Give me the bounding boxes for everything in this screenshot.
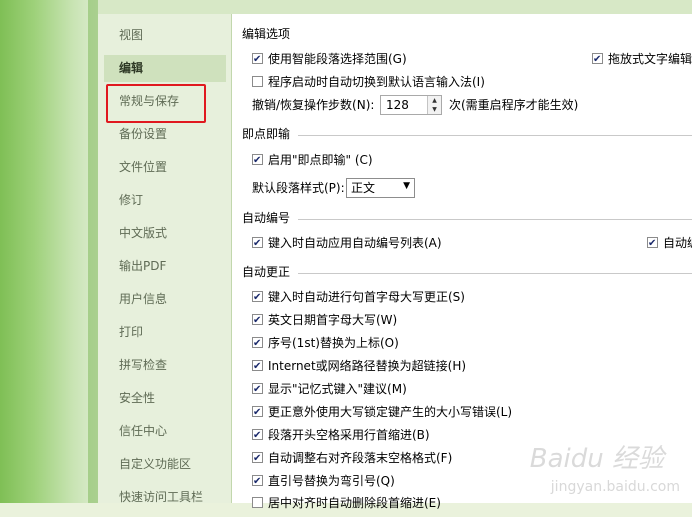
auto-number-truncated-label: 自动编	[663, 236, 692, 250]
auto-number-truncated-option[interactable]: 自动编	[647, 234, 692, 253]
section-title-auto-correct: 自动更正	[242, 265, 291, 279]
auto-correct-checkbox[interactable]	[252, 381, 263, 399]
auto-list-label: 键入时自动应用自动编号列表(A)	[268, 236, 442, 250]
auto-correct-item[interactable]: 英文日期首字母大写(W)	[252, 311, 398, 330]
drag-drop-label: 拖放式文字编辑	[608, 52, 692, 66]
sidebar-item-chinese-layout[interactable]: 中文版式	[104, 220, 226, 247]
auto-correct-item[interactable]: 居中对齐时自动删除段首缩进(E)	[252, 494, 441, 512]
auto-list-option[interactable]: 键入时自动应用自动编号列表(A)	[252, 234, 442, 253]
auto-correct-label: 显示"记忆式键入"建议(M)	[268, 382, 407, 396]
background-window-strip	[0, 0, 98, 503]
auto-correct-label: 英文日期首字母大写(W)	[268, 313, 398, 327]
drag-drop-option[interactable]: 拖放式文字编辑	[592, 50, 692, 69]
section-divider	[298, 219, 692, 220]
annotation-highlight-box	[106, 84, 206, 123]
sidebar-item-quick-access[interactable]: 快速访问工具栏	[104, 484, 226, 511]
dialog-top-bar	[98, 0, 692, 15]
paragraph-style-value: 正文	[351, 181, 376, 195]
undo-steps-value[interactable]: 128	[386, 97, 409, 113]
undo-steps-note: 次(需重启程序才能生效)	[449, 98, 579, 112]
auto-correct-item[interactable]: 自动调整右对齐段落末空格格式(F)	[252, 449, 453, 468]
auto-correct-label: 居中对齐时自动删除段首缩进(E)	[268, 496, 441, 510]
stepper-down-icon[interactable]: ▼	[428, 105, 441, 114]
sidebar-item-export-pdf[interactable]: 输出PDF	[104, 253, 226, 280]
auto-ime-checkbox[interactable]	[252, 76, 263, 87]
sidebar-item-revision[interactable]: 修订	[104, 187, 226, 214]
auto-correct-checkbox[interactable]	[252, 289, 263, 307]
sidebar-item-file-location[interactable]: 文件位置	[104, 154, 226, 181]
drag-drop-checkbox[interactable]	[592, 51, 603, 69]
sidebar-item-user-info[interactable]: 用户信息	[104, 286, 226, 313]
smart-select-checkbox[interactable]	[252, 51, 263, 69]
undo-steps-label: 撤销/恢复操作步数(N):	[252, 98, 375, 112]
baidu-watermark: Baidu 经验	[529, 444, 664, 474]
auto-correct-label: 自动调整右对齐段落末空格格式(F)	[268, 451, 453, 465]
baidu-watermark-url: jingyan.baidu.com	[550, 479, 680, 495]
click-type-option[interactable]: 启用"即点即输" (C)	[252, 151, 373, 170]
smart-select-label: 使用智能段落选择范围(G)	[268, 52, 407, 66]
sidebar-item-trust-center[interactable]: 信任中心	[104, 418, 226, 445]
auto-correct-checkbox[interactable]	[252, 427, 263, 445]
sidebar-item-security[interactable]: 安全性	[104, 385, 226, 412]
sidebar-item-view[interactable]: 视图	[104, 22, 226, 49]
sidebar-item-spell-check[interactable]: 拼写检查	[104, 352, 226, 379]
auto-correct-checkbox[interactable]	[252, 358, 263, 376]
auto-correct-label: 序号(1st)替换为上标(O)	[268, 336, 399, 350]
sidebar-item-backup[interactable]: 备份设置	[104, 121, 226, 148]
auto-correct-item[interactable]: Internet或网络路径替换为超链接(H)	[252, 357, 467, 376]
section-divider	[298, 135, 692, 136]
sidebar-item-customize-ribbon[interactable]: 自定义功能区	[104, 451, 226, 478]
sidebar-item-edit[interactable]: 编辑	[104, 55, 226, 82]
auto-correct-label: 段落开头空格采用行首缩进(B)	[268, 428, 430, 442]
auto-number-truncated-checkbox[interactable]	[647, 235, 658, 253]
auto-correct-item[interactable]: 更正意外使用大写锁定键产生的大小写错误(L)	[252, 403, 513, 422]
chevron-down-icon[interactable]: ▼	[403, 181, 410, 191]
auto-correct-checkbox[interactable]	[252, 473, 263, 491]
paragraph-style-select[interactable]: 正文 ▼	[346, 178, 415, 198]
click-type-label: 启用"即点即输" (C)	[268, 153, 373, 167]
smart-select-option[interactable]: 使用智能段落选择范围(G)	[252, 50, 407, 69]
stepper-up-icon[interactable]: ▲	[428, 96, 441, 105]
section-divider	[298, 273, 692, 274]
auto-correct-label: 直引号替换为弯引号(Q)	[268, 474, 395, 488]
auto-correct-item[interactable]: 键入时自动进行句首字母大写更正(S)	[252, 288, 465, 307]
options-content-panel: 编辑选项 使用智能段落选择范围(G) 拖放式文字编辑 程序启动时自动切换到默认语…	[232, 14, 692, 510]
click-type-checkbox[interactable]	[252, 152, 263, 170]
paragraph-style-label: 默认段落样式(P):	[252, 181, 345, 195]
auto-correct-label: Internet或网络路径替换为超链接(H)	[268, 359, 467, 373]
section-title-auto-number: 自动编号	[242, 211, 291, 225]
auto-correct-item[interactable]: 段落开头空格采用行首缩进(B)	[252, 426, 430, 445]
auto-ime-label: 程序启动时自动切换到默认语言输入法(I)	[268, 75, 485, 89]
auto-correct-item[interactable]: 直引号替换为弯引号(Q)	[252, 472, 395, 491]
auto-correct-checkbox[interactable]	[252, 404, 263, 422]
section-title-edit-options: 编辑选项	[242, 27, 291, 41]
auto-correct-checkbox[interactable]	[252, 450, 263, 468]
undo-steps-stepper[interactable]: 128 ▲ ▼	[380, 95, 442, 115]
auto-correct-checkbox[interactable]	[252, 312, 263, 330]
stepper-arrows[interactable]: ▲ ▼	[427, 96, 441, 114]
auto-correct-label: 键入时自动进行句首字母大写更正(S)	[268, 290, 465, 304]
auto-ime-option[interactable]: 程序启动时自动切换到默认语言输入法(I)	[252, 73, 485, 91]
section-title-click-type: 即点即输	[242, 127, 291, 141]
auto-correct-item[interactable]: 序号(1st)替换为上标(O)	[252, 334, 399, 353]
auto-correct-label: 更正意外使用大写锁定键产生的大小写错误(L)	[268, 405, 513, 419]
auto-correct-item[interactable]: 显示"记忆式键入"建议(M)	[252, 380, 407, 399]
sidebar-item-print[interactable]: 打印	[104, 319, 226, 346]
auto-list-checkbox[interactable]	[252, 235, 263, 253]
auto-correct-checkbox[interactable]	[252, 335, 263, 353]
